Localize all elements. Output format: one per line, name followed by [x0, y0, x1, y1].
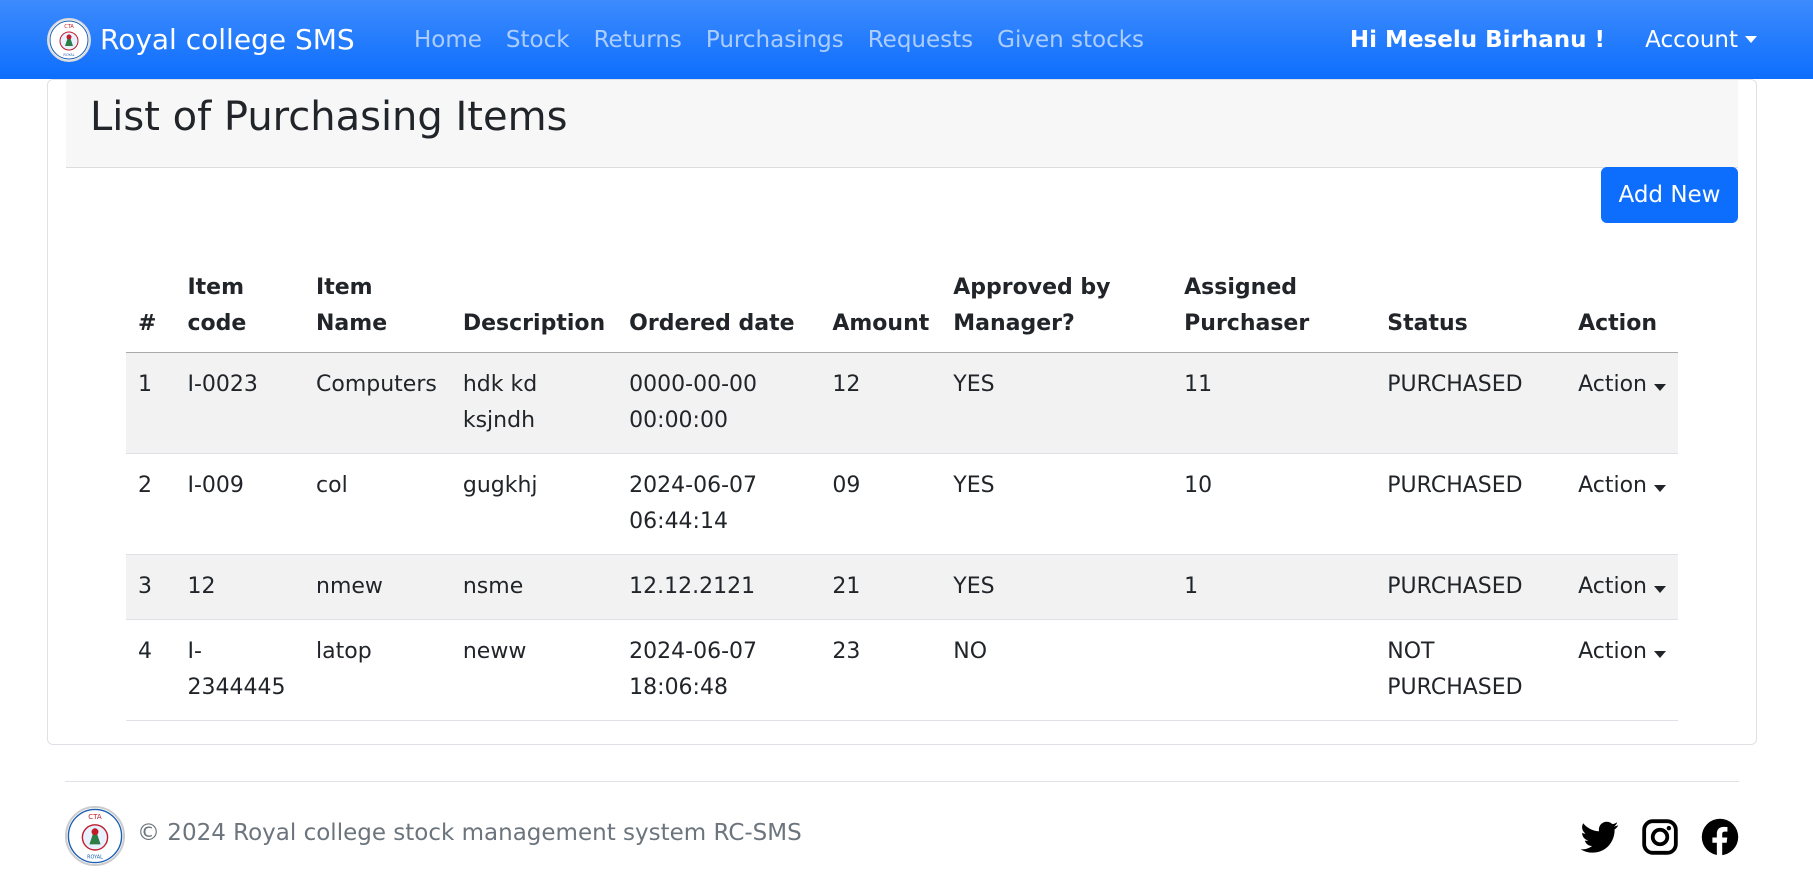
action-label: Action: [1578, 574, 1647, 599]
col-header-approved: Approved by Manager?: [941, 260, 1173, 353]
facebook-icon[interactable]: [1701, 818, 1739, 856]
brand[interactable]: CTA ROYAL Royal college SMS: [47, 0, 355, 79]
table-row: 2 I-009 col gugkhj 2024-06-07 06:44:14 0…: [126, 453, 1678, 555]
svg-text:ROYAL: ROYAL: [63, 53, 74, 57]
cell-num: 2: [126, 453, 176, 555]
col-header-amount: Amount: [820, 260, 942, 353]
row-action-dropdown[interactable]: Action: [1578, 473, 1666, 498]
col-header-ordered-date: Ordered date: [617, 260, 821, 353]
user-greeting: Hi Meselu Birhanu !: [1349, 26, 1605, 53]
col-header-item-name: Item Name: [304, 260, 451, 353]
account-dropdown[interactable]: Account: [1645, 0, 1757, 79]
cell-action: Action: [1566, 453, 1678, 555]
chevron-down-icon: [1654, 485, 1666, 492]
cell-approved: YES: [941, 554, 1173, 620]
page-title: List of Purchasing Items: [90, 94, 568, 140]
footer-college-logo: CTA ROYAL: [65, 806, 125, 866]
cell-action: Action: [1566, 352, 1678, 454]
cell-purchaser: 1: [1172, 554, 1376, 620]
cell-purchaser: 11: [1172, 352, 1376, 454]
cell-item-name: nmew: [304, 554, 451, 620]
cell-approved: YES: [941, 352, 1173, 454]
nav-links: Home Stock Returns Purchasings Requests …: [414, 0, 1168, 79]
row-action-dropdown[interactable]: Action: [1578, 372, 1666, 397]
col-header-num: #: [126, 260, 176, 353]
cell-ordered-date: 12.12.2121: [617, 554, 821, 620]
row-action-dropdown[interactable]: Action: [1578, 639, 1666, 664]
footer-copyright: © 2024 Royal college stock management sy…: [137, 820, 802, 846]
nav-link-returns[interactable]: Returns: [594, 27, 682, 53]
cell-num: 3: [126, 554, 176, 620]
cell-action: Action: [1566, 619, 1678, 721]
cell-num: 1: [126, 352, 176, 454]
purchasing-items-card: List of Purchasing Items Add New # Item …: [47, 79, 1757, 745]
add-new-button[interactable]: Add New: [1601, 167, 1738, 223]
card-header: List of Purchasing Items: [66, 80, 1738, 168]
purchasing-items-table: # Item code Item Name Description Ordere…: [126, 260, 1678, 721]
action-label: Action: [1578, 639, 1647, 664]
nav-link-home[interactable]: Home: [414, 27, 482, 53]
twitter-icon[interactable]: [1581, 818, 1619, 856]
cell-status: PURCHASED: [1375, 554, 1567, 620]
cell-status: NOT PURCHASED: [1375, 619, 1567, 721]
cell-purchaser: [1172, 619, 1376, 721]
row-action-dropdown[interactable]: Action: [1578, 574, 1666, 599]
cell-num: 4: [126, 619, 176, 721]
cell-amount: 21: [820, 554, 942, 620]
footer-divider: [65, 781, 1739, 782]
table-header-row: # Item code Item Name Description Ordere…: [126, 260, 1678, 353]
chevron-down-icon: [1654, 651, 1666, 658]
cell-status: PURCHASED: [1375, 453, 1567, 555]
cell-amount: 09: [820, 453, 942, 555]
col-header-purchaser: Assigned Purchaser: [1172, 260, 1376, 353]
cell-item-code: I-009: [175, 453, 305, 555]
instagram-icon[interactable]: [1641, 818, 1679, 856]
table-row: 4 I-2344445 latop neww 2024-06-07 18:06:…: [126, 619, 1678, 721]
cell-item-name: latop: [304, 619, 451, 721]
top-navbar: CTA ROYAL Royal college SMS Home Stock R…: [0, 0, 1813, 79]
col-header-action: Action: [1566, 260, 1678, 353]
nav-link-requests[interactable]: Requests: [868, 27, 973, 53]
cell-item-name: col: [304, 453, 451, 555]
cell-ordered-date: 2024-06-07 06:44:14: [617, 453, 821, 555]
college-logo: CTA ROYAL: [47, 17, 91, 62]
svg-text:CTA: CTA: [64, 24, 74, 30]
cell-item-code: I-2344445: [175, 619, 305, 721]
cell-description: nsme: [450, 554, 618, 620]
cell-approved: YES: [941, 453, 1173, 555]
account-label: Account: [1645, 26, 1738, 53]
nav-link-given-stocks[interactable]: Given stocks: [997, 27, 1144, 53]
svg-text:ROYAL: ROYAL: [87, 854, 103, 860]
cell-description: neww: [450, 619, 618, 721]
chevron-down-icon: [1654, 384, 1666, 391]
brand-name: Royal college SMS: [100, 23, 355, 56]
col-header-status: Status: [1375, 260, 1567, 353]
cell-item-code: I-0023: [175, 352, 305, 454]
col-header-description: Description: [450, 260, 618, 353]
col-header-item-code: Item code: [175, 260, 305, 353]
nav-link-purchasings[interactable]: Purchasings: [706, 27, 844, 53]
cell-amount: 23: [820, 619, 942, 721]
cell-ordered-date: 2024-06-07 18:06:48: [617, 619, 821, 721]
table-row: 1 I-0023 Computers hdk kd ksjndh 0000-00…: [126, 352, 1678, 454]
table-row: 3 12 nmew nsme 12.12.2121 21 YES 1 PURCH…: [126, 554, 1678, 620]
cell-purchaser: 10: [1172, 453, 1376, 555]
action-label: Action: [1578, 372, 1647, 397]
cell-ordered-date: 0000-00-00 00:00:00: [617, 352, 821, 454]
nav-link-stock[interactable]: Stock: [506, 27, 570, 53]
cell-description: hdk kd ksjndh: [450, 352, 618, 454]
cell-action: Action: [1566, 554, 1678, 620]
cell-description: gugkhj: [450, 453, 618, 555]
cell-status: PURCHASED: [1375, 352, 1567, 454]
cell-item-name: Computers: [304, 352, 451, 454]
cell-amount: 12: [820, 352, 942, 454]
cell-item-code: 12: [175, 554, 305, 620]
chevron-down-icon: [1654, 586, 1666, 593]
chevron-down-icon: [1745, 36, 1757, 43]
cell-approved: NO: [941, 619, 1173, 721]
action-label: Action: [1578, 473, 1647, 498]
svg-text:CTA: CTA: [88, 813, 102, 821]
